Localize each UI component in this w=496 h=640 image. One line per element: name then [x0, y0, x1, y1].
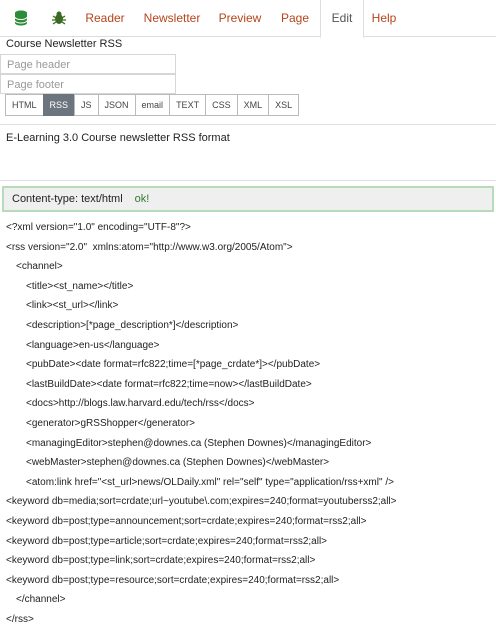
top-toolbar: Reader Newsletter Preview Page Edit Help	[0, 0, 496, 38]
tab-page[interactable]: Page	[270, 0, 320, 36]
code-line: <title><st_name></title>	[26, 280, 134, 292]
database-icon[interactable]	[4, 0, 38, 36]
tab-edit[interactable]: Edit	[320, 0, 364, 38]
page-header-field[interactable]: Page header	[0, 54, 176, 74]
code-line: <lastBuildDate><date format=rfc822;time=…	[26, 378, 312, 390]
code-line: <keyword db=post;type=announcement;sort=…	[6, 515, 367, 527]
code-line: <channel>	[16, 261, 63, 273]
code-line: <?xml version="1.0" encoding="UTF-8"?>	[6, 222, 191, 233]
code-line: <rss version="2.0" xmlns:atom="http://ww…	[6, 241, 293, 253]
bug-icon[interactable]	[42, 0, 76, 36]
code-line: <managingEditor>stephen@downes.ca (Steph…	[26, 437, 372, 449]
code-line: <generator>gRSShopper</generator>	[26, 417, 196, 429]
tab-reader[interactable]: Reader	[76, 0, 134, 36]
format-text-button[interactable]: TEXT	[169, 94, 207, 116]
format-json-button[interactable]: JSON	[97, 94, 136, 116]
page-description[interactable]: E-Learning 3.0 Course newsletter RSS for…	[6, 132, 230, 144]
code-line: <docs>http://blogs.law.harvard.edu/tech/…	[26, 398, 255, 410]
format-rss-button[interactable]: RSS	[42, 94, 76, 116]
code-line: <keyword db=post;type=resource;sort=crda…	[6, 574, 340, 586]
code-line: <keyword db=post;type=link;sort=crdate;e…	[6, 555, 316, 567]
code-line: </rss>	[6, 613, 34, 625]
format-button-group: HTML RSS JS JSON email TEXT CSS XML XSL	[5, 94, 300, 116]
code-line: <description>[*page_description*]</descr…	[26, 319, 239, 331]
page-title: Course Newsletter RSS	[6, 38, 123, 50]
code-line: <keyword db=media;sort=crdate;url~youtub…	[6, 496, 397, 508]
code-line: <atom:link href="<st_url>news/OLDaily.xm…	[26, 476, 394, 488]
format-js-button[interactable]: JS	[74, 94, 99, 116]
content-type-label: Content-type: text/html	[12, 193, 123, 205]
code-line: <language>en-us</language>	[26, 339, 160, 351]
format-css-button[interactable]: CSS	[205, 94, 238, 116]
code-line: <webMaster>stephen@downes.ca (Stephen Do…	[26, 457, 330, 469]
code-line: <keyword db=post;type=article;sort=crdat…	[6, 535, 328, 547]
format-email-button[interactable]: email	[134, 94, 171, 116]
code-line: <pubDate><date format=rfc822;time=[*page…	[26, 359, 321, 371]
code-line: </channel>	[16, 594, 66, 606]
code-editor[interactable]: <?xml version="1.0" encoding="UTF-8"?> <…	[6, 218, 397, 629]
tab-preview[interactable]: Preview	[210, 0, 270, 36]
format-html-button[interactable]: HTML	[5, 94, 44, 116]
status-ok: ok!	[134, 193, 150, 205]
content-type-bar: Content-type: text/html ok!	[2, 186, 494, 212]
code-line: <link><st_url></link>	[26, 300, 119, 312]
tab-newsletter[interactable]: Newsletter	[134, 0, 210, 36]
divider	[0, 124, 496, 125]
format-xml-button[interactable]: XML	[236, 94, 270, 116]
page-footer-field[interactable]: Page footer	[0, 74, 176, 94]
divider	[0, 180, 496, 181]
tab-help[interactable]: Help	[362, 0, 406, 36]
format-xsl-button[interactable]: XSL	[268, 94, 300, 116]
